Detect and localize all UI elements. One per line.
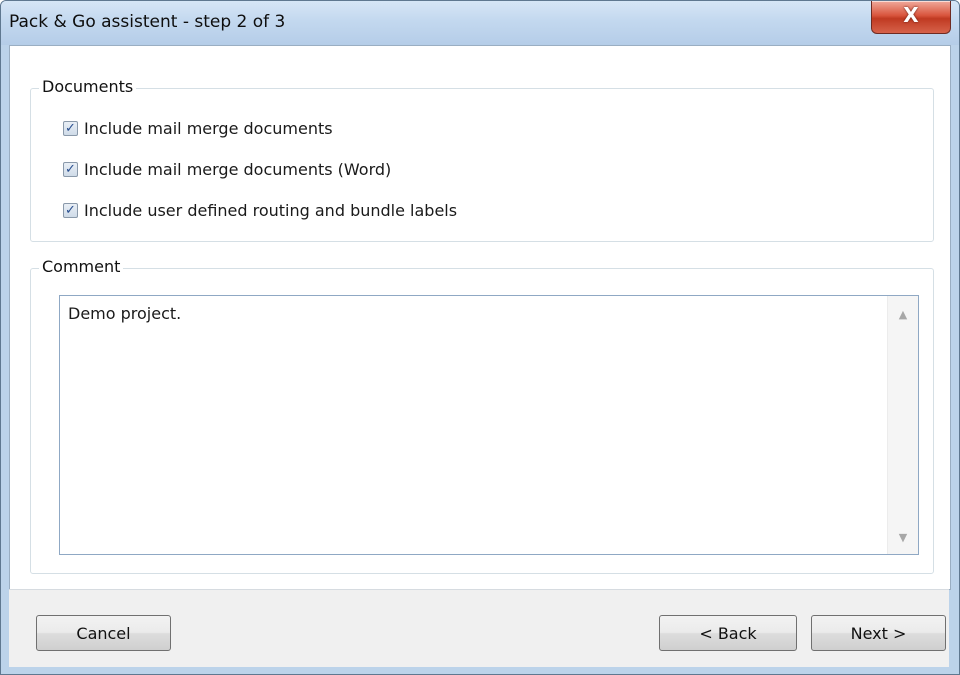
dialog-window: Pack & Go assistent - step 2 of 3 X Docu… [0, 0, 960, 675]
dialog-content: Documents ✓ Include mail merge documents… [9, 45, 951, 590]
comment-text: Demo project. [68, 304, 182, 323]
window-title: Pack & Go assistent - step 2 of 3 [9, 12, 286, 32]
documents-group: Documents ✓ Include mail merge documents… [30, 77, 934, 242]
check-icon: ✓ [65, 120, 76, 136]
option-mail-merge[interactable]: ✓ Include mail merge documents [63, 116, 333, 140]
mail-merge-checkbox[interactable]: ✓ [63, 120, 78, 136]
documents-legend: Documents [39, 77, 137, 96]
routing-labels-label: Include user defined routing and bundle … [84, 200, 458, 220]
check-icon: ✓ [65, 161, 76, 177]
mail-merge-word-checkbox[interactable]: ✓ [63, 161, 78, 177]
comment-textarea[interactable]: Demo project. ▲ ▼ [59, 295, 919, 555]
title-bar[interactable]: Pack & Go assistent - step 2 of 3 X [1, 1, 959, 45]
mail-merge-label: Include mail merge documents [84, 118, 333, 138]
check-icon: ✓ [65, 202, 76, 218]
close-icon: X [903, 3, 919, 27]
comment-group: Comment Demo project. ▲ ▼ [30, 257, 934, 574]
scroll-up-icon[interactable]: ▲ [888, 308, 918, 321]
comment-scrollbar[interactable]: ▲ ▼ [887, 296, 918, 554]
close-button[interactable]: X [871, 1, 951, 34]
next-button[interactable]: Next > [811, 615, 946, 651]
option-mail-merge-word[interactable]: ✓ Include mail merge documents (Word) [63, 157, 391, 181]
cancel-button[interactable]: Cancel [36, 615, 171, 651]
back-button[interactable]: < Back [659, 615, 797, 651]
routing-labels-checkbox[interactable]: ✓ [63, 202, 78, 218]
mail-merge-word-label: Include mail merge documents (Word) [84, 159, 392, 179]
scroll-down-icon[interactable]: ▼ [888, 531, 918, 544]
option-routing-labels[interactable]: ✓ Include user defined routing and bundl… [63, 198, 457, 222]
button-bar: Cancel < Back Next > [9, 589, 949, 667]
comment-legend: Comment [39, 257, 124, 276]
